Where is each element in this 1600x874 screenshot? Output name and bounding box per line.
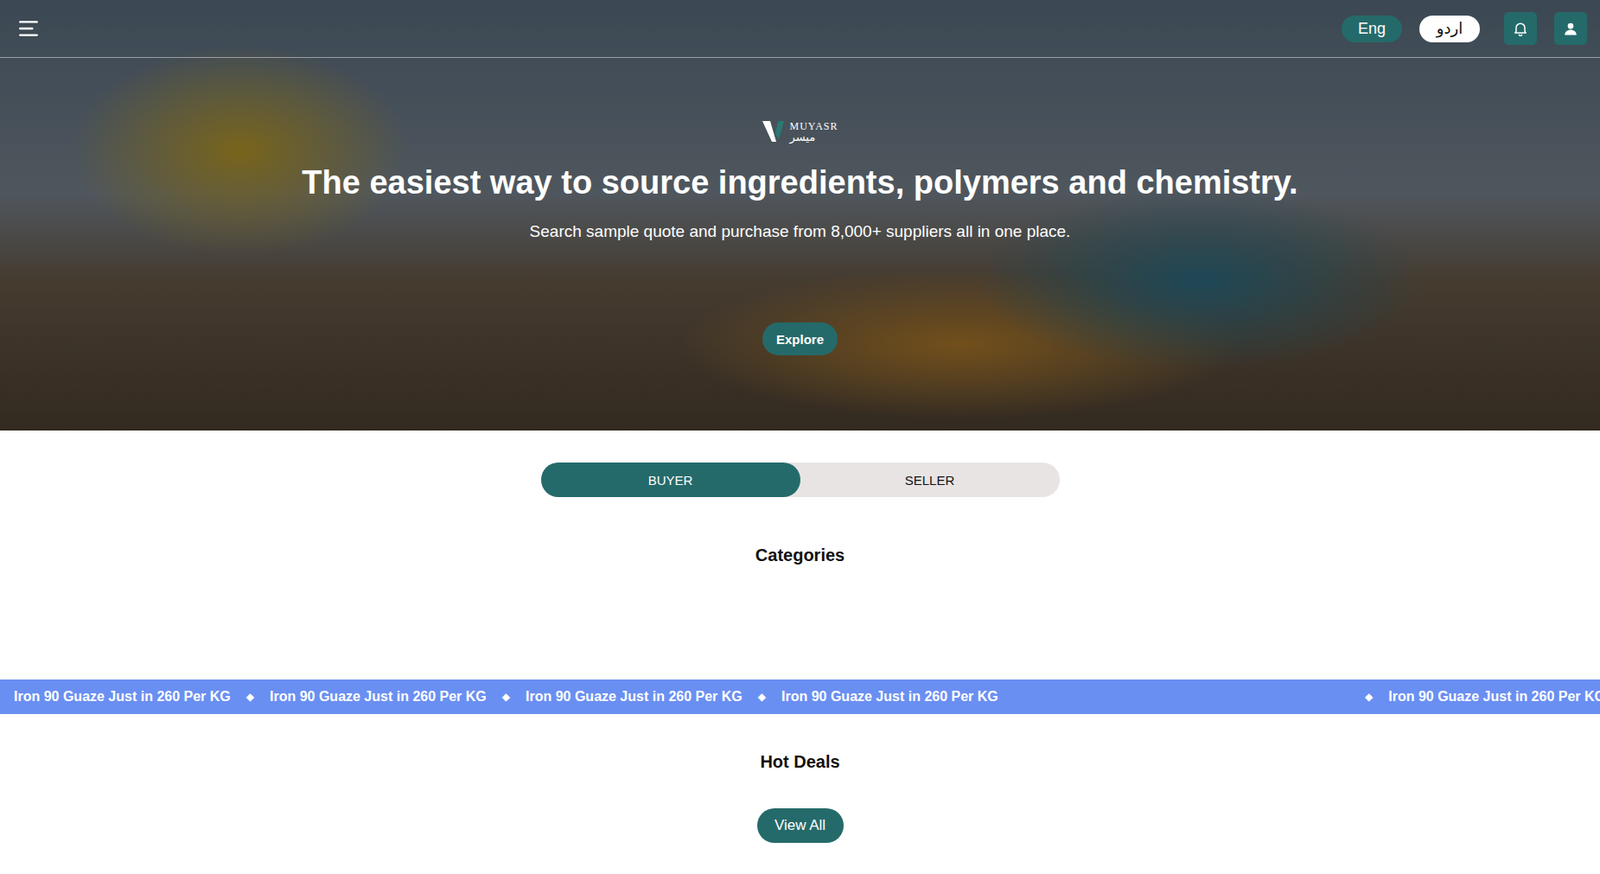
ticker-item[interactable]: Iron 90 Guaze Just in 260 Per KG xyxy=(525,688,743,705)
ticker-item[interactable]: Iron 90 Guaze Just in 260 Per KG xyxy=(1388,688,1600,705)
home-page: Eng اردو MUYASRميسر The easiest way to sour… xyxy=(0,0,1600,874)
ticker-separator: ◆ xyxy=(758,690,766,703)
notifications-button[interactable] xyxy=(1504,12,1537,45)
ticker-item[interactable]: Iron 90 Guaze Just in 260 Per KG xyxy=(13,688,231,705)
role-toggle: BUYERSELLER xyxy=(541,462,1060,498)
logo: MUYASRميسر xyxy=(761,116,838,147)
ticker-separator: ◆ xyxy=(246,690,255,703)
news-ticker: Iron 90 Guaze Just in 260 Per KG ◆ Iron 90… xyxy=(0,679,1600,714)
menu-icon[interactable] xyxy=(17,17,40,40)
language-button[interactable]: اردو xyxy=(1419,15,1480,43)
header-actions: Eng اردو xyxy=(1341,12,1588,45)
language-button[interactable]: Eng xyxy=(1341,15,1403,43)
hot-deals-title: Hot Deals xyxy=(759,751,840,772)
ticker-separator: ◆ xyxy=(502,690,510,703)
profile-button[interactable] xyxy=(1554,12,1588,45)
hero: Eng اردو MUYASRميسر The easiest way to sour… xyxy=(0,0,1600,431)
ticker-item[interactable]: Iron 90 Guaze Just in 260 Per KG xyxy=(781,688,999,705)
ticker-item[interactable]: Iron 90 Guaze Just in 260 Per KG xyxy=(269,688,487,705)
logo-v-icon xyxy=(761,118,788,145)
user-icon xyxy=(1562,20,1579,37)
explore-button[interactable]: Explore xyxy=(762,322,838,356)
top-bar: Eng اردو xyxy=(0,0,1600,58)
hero-title: The easiest way to source ingredients, p… xyxy=(301,163,1298,204)
hero-content: MUYASRميسر The easiest way to source ingr… xyxy=(0,57,1600,356)
role-option[interactable]: BUYER xyxy=(541,462,801,498)
hero-subtitle: Search sample quote and purchase from 8,… xyxy=(529,222,1071,243)
ticker-separator: ◆ xyxy=(1364,690,1373,703)
categories-title: Categories xyxy=(755,544,845,566)
bell-icon xyxy=(1511,19,1530,38)
role-option[interactable]: SELLER xyxy=(800,462,1060,498)
view-all-button[interactable]: View All xyxy=(757,808,844,843)
